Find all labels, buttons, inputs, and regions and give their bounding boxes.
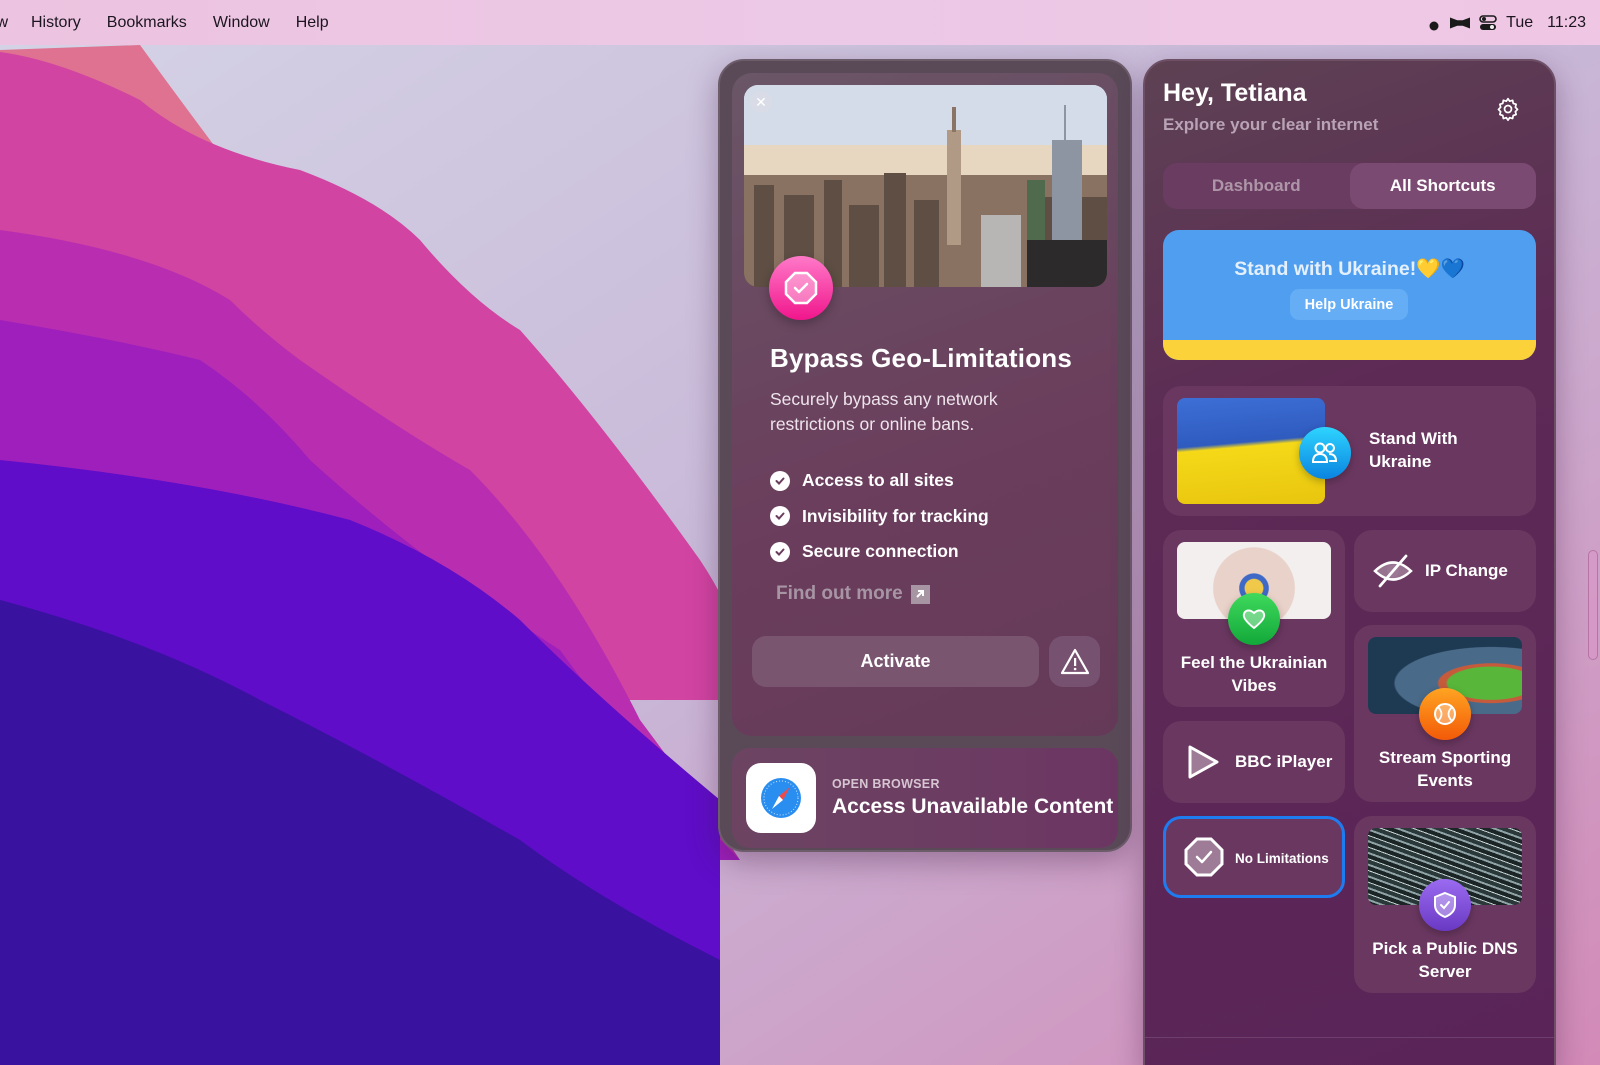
- shortcut-label: Stand With Ukraine: [1369, 429, 1458, 471]
- benefit-item: Access to all sites: [770, 463, 989, 499]
- control-center-icon[interactable]: [1478, 14, 1498, 32]
- shortcut-feel-ukrainian-vibes[interactable]: Feel the Ukrainian Vibes: [1163, 530, 1345, 707]
- gear-icon: [1497, 97, 1519, 122]
- banner-title: Stand with Ukraine!💛💙: [1234, 258, 1465, 280]
- benefit-label: Invisibility for tracking: [802, 505, 989, 526]
- menu-item-history[interactable]: History: [18, 0, 94, 45]
- menu-item-window[interactable]: Window: [200, 0, 283, 45]
- menu-item-view[interactable]: w: [0, 0, 8, 45]
- benefit-label: Secure connection: [802, 541, 959, 562]
- menu-bar: w History Bookmarks Window Help Tue 11:2…: [0, 0, 1600, 45]
- benefits-list: Access to all sites Invisibility for tra…: [770, 463, 989, 570]
- play-icon: [1185, 743, 1221, 786]
- shortcut-label: IP Change: [1425, 561, 1508, 580]
- clock-day[interactable]: Tue: [1506, 14, 1533, 32]
- people-icon: [1299, 427, 1351, 479]
- shortcut-bbc-iplayer[interactable]: BBC iPlayer: [1163, 721, 1345, 803]
- shortcut-label: Stream Sporting Events: [1378, 748, 1512, 790]
- browser-eyebrow: OPEN BROWSER: [832, 777, 940, 791]
- heart-icon: [1228, 593, 1280, 645]
- help-ukraine-button[interactable]: Help Ukraine: [1290, 289, 1408, 320]
- shortcut-pick-public-dns[interactable]: Pick a Public DNS Server: [1354, 816, 1536, 993]
- feature-description: Securely bypass any network restrictions…: [770, 389, 998, 434]
- shortcut-stream-sporting-events[interactable]: Stream Sporting Events: [1354, 625, 1536, 802]
- benefit-item: Invisibility for tracking: [770, 499, 989, 535]
- check-icon: [770, 470, 790, 491]
- panel-divider: [1145, 1037, 1554, 1038]
- shortcut-label: Feel the Ukrainian Vibes: [1180, 653, 1328, 695]
- octagon-check-icon: [769, 256, 833, 320]
- clock-time[interactable]: 11:23: [1547, 14, 1586, 32]
- find-out-more-link[interactable]: Find out more: [776, 583, 930, 605]
- tab-dashboard[interactable]: Dashboard: [1163, 163, 1350, 209]
- scrollbar-thumb[interactable]: [1588, 550, 1598, 660]
- feature-title: Bypass Geo-Limitations: [770, 343, 1073, 373]
- safari-compass-icon: [746, 763, 816, 833]
- greeting: Hey, Tetiana: [1163, 79, 1307, 107]
- moon-focus-icon[interactable]: [1422, 14, 1442, 32]
- ball-icon: [1419, 688, 1471, 740]
- benefit-label: Access to all sites: [802, 470, 954, 491]
- feature-card: ✕ Bypass Geo-Limitations Securely bypass…: [732, 73, 1118, 736]
- shortcut-ip-change[interactable]: IP Change: [1354, 530, 1536, 612]
- benefit-item: Secure connection: [770, 534, 989, 570]
- tab-bar: Dashboard All Shortcuts: [1163, 163, 1536, 209]
- tab-all-shortcuts[interactable]: All Shortcuts: [1349, 163, 1536, 209]
- report-issue-button[interactable]: [1049, 636, 1100, 687]
- activate-button[interactable]: Activate: [752, 636, 1039, 687]
- shortcut-label: BBC iPlayer: [1235, 752, 1333, 771]
- eye-slash-icon: [1372, 552, 1414, 595]
- shortcut-no-limitations[interactable]: No Limitations: [1163, 816, 1345, 898]
- feature-popup: ✕ Bypass Geo-Limitations Securely bypass…: [718, 59, 1132, 852]
- check-icon: [770, 541, 790, 562]
- close-icon[interactable]: ✕: [750, 91, 772, 113]
- shortcut-label: No Limitations: [1235, 851, 1329, 866]
- external-link-icon: [910, 584, 930, 604]
- subtitle: Explore your clear internet: [1163, 115, 1379, 134]
- shield-check-icon: [1419, 879, 1471, 931]
- warning-triangle-icon: [1060, 648, 1089, 674]
- shortcuts-panel: Hey, Tetiana Explore your clear internet…: [1143, 59, 1556, 1065]
- banner-yellow-stripe: [1163, 340, 1536, 360]
- menu-item-help[interactable]: Help: [283, 0, 342, 45]
- browser-title: Access Unavailable Content: [832, 795, 1114, 818]
- check-icon: [770, 506, 790, 527]
- open-browser-card[interactable]: OPEN BROWSER Access Unavailable Content: [732, 748, 1118, 848]
- ukraine-banner: Stand with Ukraine!💛💙 Help Ukraine: [1163, 230, 1536, 360]
- bowtie-app-icon[interactable]: [1450, 14, 1471, 32]
- shortcut-label: Pick a Public DNS Server: [1372, 939, 1518, 981]
- octagon-check-icon: [1184, 837, 1224, 882]
- find-out-more-label: Find out more: [776, 583, 903, 604]
- menu-item-bookmarks[interactable]: Bookmarks: [94, 0, 200, 45]
- shortcut-stand-with-ukraine[interactable]: Stand With Ukraine: [1163, 386, 1536, 516]
- settings-button[interactable]: [1494, 95, 1522, 123]
